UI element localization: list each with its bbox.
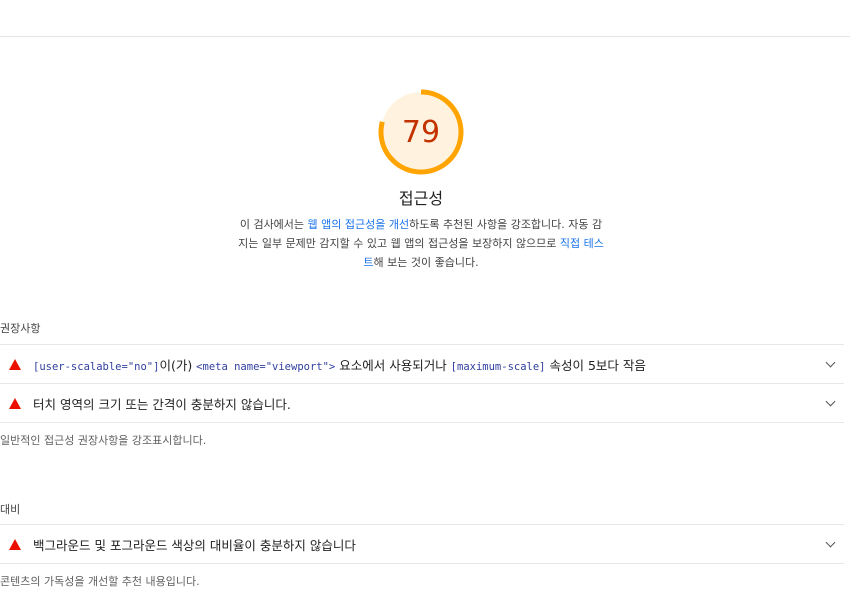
audit-user-scalable[interactable]: [user-scalable="no"]이(가) <meta name="vie… [0, 344, 844, 383]
audit-title: 터치 영역의 크기 또는 간격이 충분하지 않습니다. [33, 396, 291, 412]
chevron-down-icon[interactable] [825, 357, 836, 367]
category-title: 접근성 [398, 189, 444, 208]
score-gauge: 79 [376, 87, 466, 177]
category-description: 이 검사에서는 웹 앱의 접근성을 개선하도록 추천된 사항을 강조합니다. 자… [236, 215, 606, 272]
web-accessibility-link[interactable]: 웹 앱의 접근성을 개선 [308, 218, 410, 231]
fail-triangle-icon [9, 397, 21, 409]
category-description-text: 해 보는 것이 좋습니다. [373, 256, 479, 269]
group-description-best-practices: 일반적인 접근성 권장사항을 강조표시합니다. [0, 434, 207, 447]
top-divider [0, 36, 850, 37]
score-value: 79 [401, 114, 441, 150]
fail-triangle-icon [9, 358, 21, 370]
group-title-contrast: 대비 [0, 503, 21, 516]
audit-title: [user-scalable="no"]이(가) <meta name="vie… [33, 355, 827, 374]
audit-code: [user-scalable="no"] [33, 360, 160, 373]
audit-title: 백그라운드 및 포그라운드 색상의 대비율이 충분하지 않습니다 [33, 537, 356, 553]
audit-code: [maximum-scale] [450, 360, 546, 373]
group-description-contrast: 콘텐츠의 가독성을 개선할 추천 내용입니다. [0, 575, 200, 588]
audit-text: 속성이 5보다 작음 [545, 357, 646, 373]
fail-triangle-icon [9, 538, 21, 550]
chevron-down-icon[interactable] [825, 537, 836, 547]
audit-color-contrast[interactable]: 백그라운드 및 포그라운드 색상의 대비율이 충분하지 않습니다 [0, 524, 844, 564]
group-title-best-practices: 권장사항 [0, 322, 41, 335]
audit-text: 요소에서 사용되거나 [335, 357, 451, 373]
audit-target-size[interactable]: 터치 영역의 크기 또는 간격이 충분하지 않습니다. [0, 383, 844, 423]
audit-code: <meta name="viewport"> [196, 360, 336, 373]
category-description-text: 이 검사에서는 [239, 218, 308, 231]
audit-text: 이(가) [159, 357, 197, 373]
chevron-down-icon[interactable] [825, 396, 836, 406]
